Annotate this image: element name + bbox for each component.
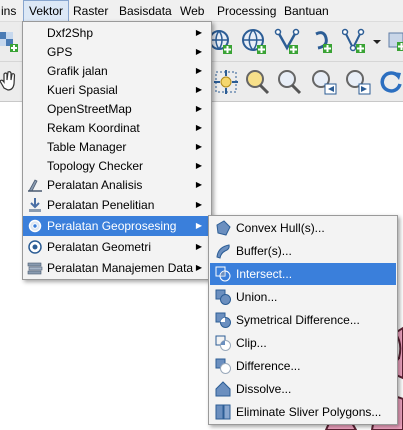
submenu-arrow-icon: ▶ [195, 47, 202, 56]
menu-item-peralatan-manajemen-data[interactable]: Peralatan Manajemen Data ▶ [23, 258, 211, 278]
menu-item-label: Clip... [236, 336, 267, 350]
menu-item-label: Peralatan Geometri [47, 240, 152, 254]
zoom-last-icon[interactable] [310, 68, 338, 96]
menu-item-table-manager[interactable]: Table Manager ▶ [23, 137, 211, 157]
union-icon [215, 289, 231, 305]
new-layer-icon[interactable] [386, 28, 403, 56]
menu-item-label: Rekam Koordinat [47, 121, 140, 135]
submenu-arrow-icon: ▶ [195, 28, 202, 37]
symetrical-difference-icon [215, 312, 231, 328]
analysis-tools-icon [28, 179, 42, 192]
menu-item-label: Kueri Spasial [47, 83, 118, 97]
menu-item-label: Symetrical Difference... [236, 313, 360, 327]
menu-item-label: Table Manager [47, 140, 127, 154]
data-management-tools-icon [27, 262, 43, 275]
convex-hull-icon [216, 220, 231, 236]
submenu-arrow-icon: ▶ [195, 66, 202, 75]
menu-item-label: Topology Checker [47, 159, 144, 173]
menu-raster[interactable]: Raster [68, 0, 113, 22]
geometry-tools-icon [28, 240, 42, 254]
menu-bar: ins Vektor Raster Basisdata Web Processi… [0, 0, 403, 22]
menu-item-dissolve[interactable]: Dissolve... [210, 378, 396, 400]
submenu-arrow-icon: ▶ [195, 242, 202, 251]
buffer-icon [216, 244, 230, 259]
menu-item-buffer[interactable]: Buffer(s)... [210, 240, 396, 262]
menu-item-rekam-koordinat[interactable]: Rekam Koordinat ▶ [23, 118, 211, 138]
menu-item-peralatan-geoprosesing[interactable]: Peralatan Geoprosesing ▶ [23, 216, 211, 236]
menu-item-peralatan-geometri[interactable]: Peralatan Geometri ▶ [23, 237, 211, 257]
chevron-down-icon[interactable] [370, 28, 384, 56]
menu-item-label: GPS [47, 45, 73, 59]
submenu-arrow-icon: ▶ [195, 123, 202, 132]
refresh-icon[interactable] [378, 68, 403, 96]
pan-hand-icon[interactable] [0, 68, 24, 96]
submenu-arrow-icon: ▶ [195, 85, 202, 94]
menu-item-union[interactable]: Union... [210, 286, 396, 308]
menu-item-label: Convex Hull(s)... [236, 221, 325, 235]
menu-item-grafik-jalan[interactable]: Grafik jalan ▶ [23, 61, 211, 81]
menu-item-topology-checker[interactable]: Topology Checker ▶ [23, 156, 211, 176]
menu-item-convex-hull[interactable]: Convex Hull(s)... [210, 217, 396, 239]
submenu-arrow-icon: ▶ [195, 104, 202, 113]
submenu-arrow-icon: ▶ [195, 200, 202, 209]
menu-processing[interactable]: Processing [212, 0, 281, 22]
zoom-in-icon[interactable] [243, 68, 271, 96]
zoom-next-icon[interactable] [344, 68, 372, 96]
menu-item-label: Difference... [236, 359, 301, 373]
menu-bantuan[interactable]: Bantuan [279, 0, 334, 22]
menu-item-difference[interactable]: Difference... [210, 355, 396, 377]
menu-item-label: Intersect... [236, 267, 293, 281]
geoprocessing-submenu: Convex Hull(s)... Buffer(s)... Intersect… [208, 215, 398, 425]
submenu-arrow-icon: ▶ [195, 161, 202, 170]
eliminate-sliver-polygons-icon [215, 404, 231, 420]
menu-item-label: Dissolve... [236, 382, 292, 396]
clip-icon [215, 335, 231, 351]
menu-item-eliminate-sliver-polygons[interactable]: Eliminate Sliver Polygons... [210, 401, 396, 423]
menu-item-label: Peralatan Penelitian [47, 198, 155, 212]
add-wfs-layer-icon[interactable] [274, 28, 302, 56]
submenu-arrow-icon: ▶ [195, 221, 202, 230]
menu-vektor[interactable]: Vektor [23, 0, 70, 22]
zoom-out-icon[interactable] [275, 68, 303, 96]
menu-item-symetrical-difference[interactable]: Symetrical Difference... [210, 309, 396, 331]
submenu-arrow-icon: ▶ [195, 180, 202, 189]
dissolve-icon [215, 381, 231, 397]
add-vector-layer-icon[interactable] [342, 28, 370, 56]
geoprocessing-tools-icon [28, 219, 42, 233]
menu-item-clip[interactable]: Clip... [210, 332, 396, 354]
menu-item-label: Peralatan Geoprosesing [47, 219, 177, 233]
menu-item-gps[interactable]: GPS ▶ [23, 42, 211, 62]
add-delimited-text-icon[interactable] [310, 28, 338, 56]
menu-item-label: OpenStreetMap [47, 102, 132, 116]
menu-item-label: Eliminate Sliver Polygons... [236, 405, 382, 419]
difference-icon [215, 358, 231, 374]
menu-item-kueri-spasial[interactable]: Kueri Spasial ▶ [23, 80, 211, 100]
menu-item-peralatan-penelitian[interactable]: Peralatan Penelitian ▶ [23, 195, 211, 215]
submenu-arrow-icon: ▶ [195, 142, 202, 151]
submenu-arrow-icon: ▶ [195, 263, 202, 272]
menu-item-label: Grafik jalan [47, 64, 108, 78]
menu-item-label: Peralatan Analisis [47, 178, 143, 192]
menu-item-intersect[interactable]: Intersect... [210, 263, 396, 285]
research-tools-icon [29, 198, 41, 212]
menu-plugins[interactable]: ins [0, 0, 21, 22]
menu-item-dxf2shp[interactable]: Dxf2Shp ▶ [23, 23, 211, 43]
intersect-icon [215, 266, 231, 282]
vektor-menu: Dxf2Shp ▶ GPS ▶ Grafik jalan ▶ Kueri Spa… [22, 21, 212, 280]
menu-item-peralatan-analisis[interactable]: Peralatan Analisis ▶ [23, 175, 211, 195]
menu-web[interactable]: Web [175, 0, 209, 22]
pan-to-selection-icon[interactable] [212, 68, 240, 96]
menu-basisdata[interactable]: Basisdata [114, 0, 177, 22]
menu-item-label: Peralatan Manajemen Data [47, 261, 194, 275]
menu-item-label: Dxf2Shp [47, 26, 94, 40]
add-wcs-layer-icon[interactable] [240, 28, 268, 56]
menu-item-label: Buffer(s)... [236, 244, 292, 258]
menu-item-openstreetmap[interactable]: OpenStreetMap ▶ [23, 99, 211, 119]
menu-item-label: Union... [236, 290, 278, 304]
